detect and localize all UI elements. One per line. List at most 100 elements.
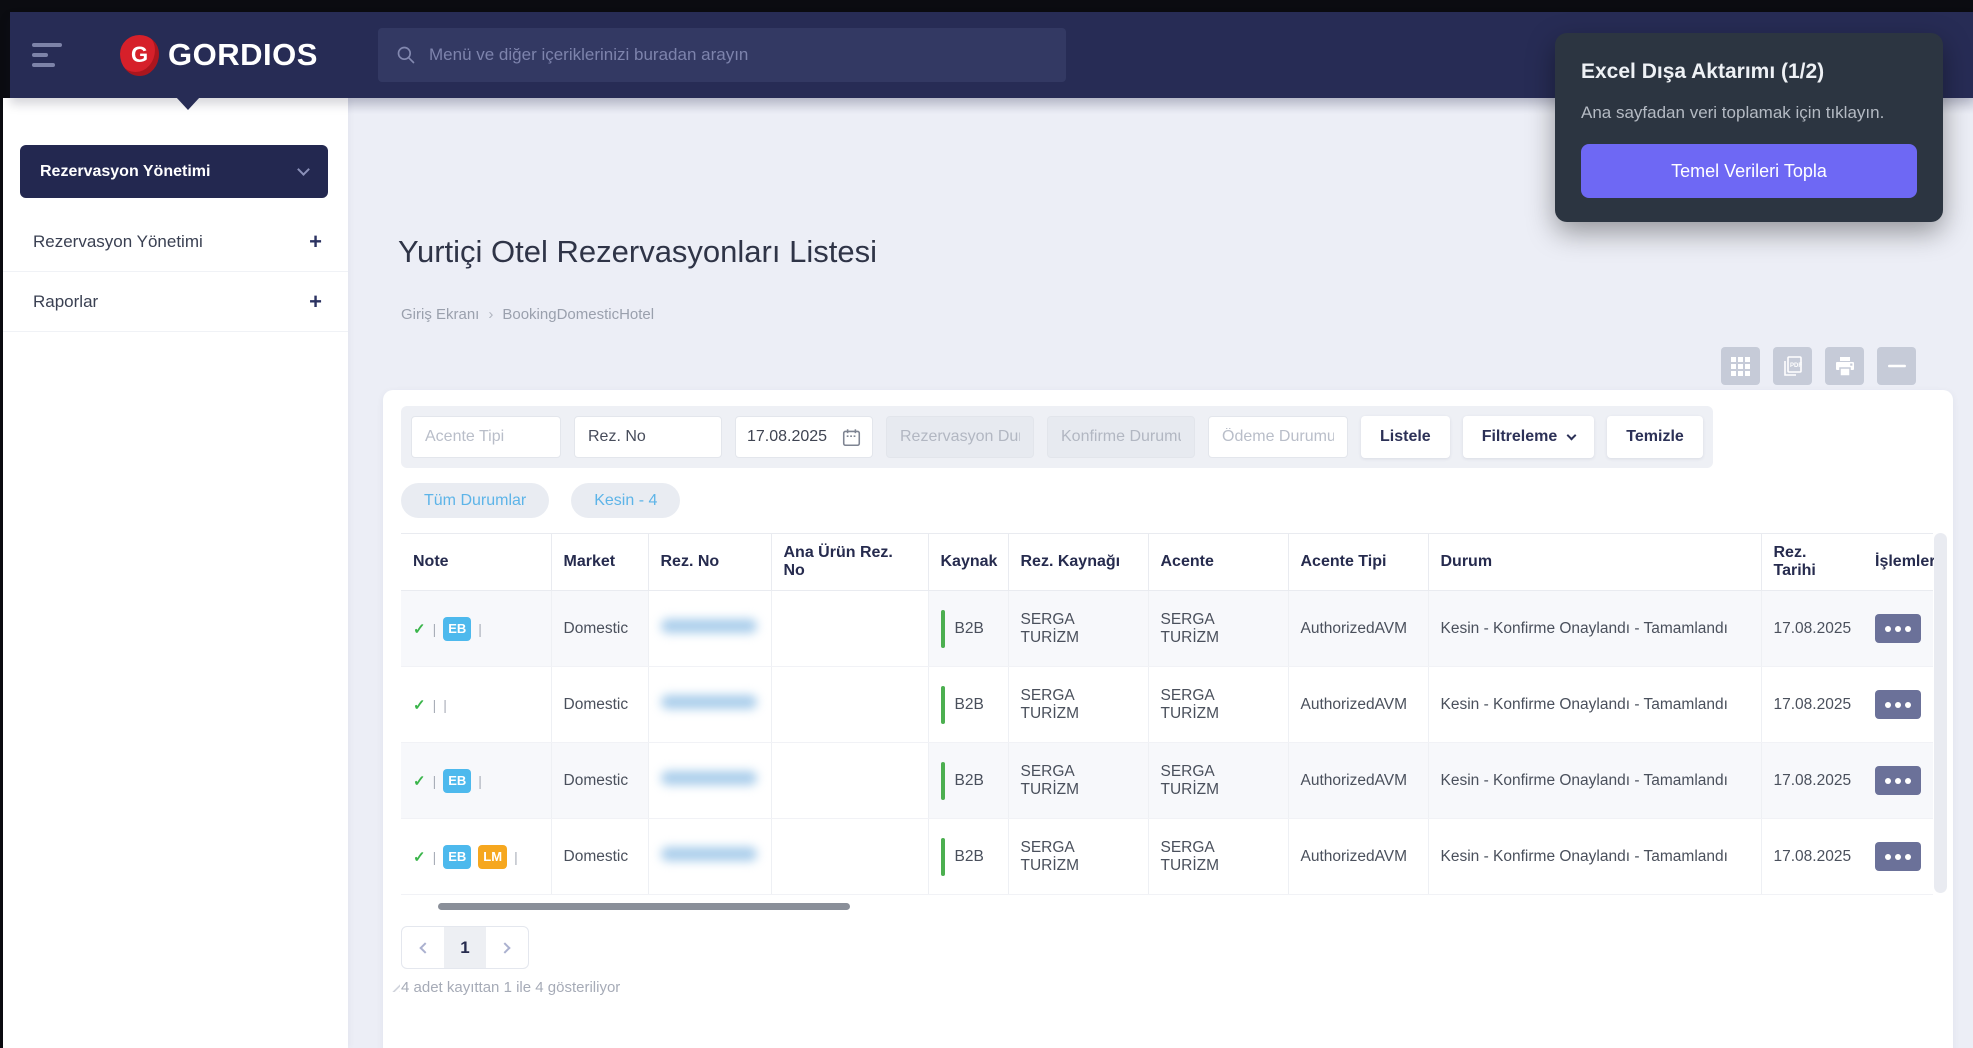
pipe: | — [432, 620, 437, 637]
column-header-rez-no[interactable]: Rez. No — [648, 533, 772, 591]
sidebar-item-raporlar[interactable]: Raporlar + — [3, 272, 348, 332]
chip-label: Tüm Durumlar — [424, 491, 527, 509]
check-icon: ✓ — [413, 696, 426, 714]
cell-durum: Kesin - Konfirme Onaylandı - Tamamlandı — [1428, 590, 1762, 667]
temel-verileri-topla-button[interactable]: Temel Verileri Topla — [1581, 144, 1917, 198]
cell-ana-urun — [771, 818, 929, 895]
table-row: ✓ | EB | Domestic B2B SERGA TURİZM SERGA TU… — [401, 742, 1933, 819]
cell-acente-tipi: AuthorizedAVM — [1288, 818, 1429, 895]
konfirme-durumu-input[interactable] — [1047, 416, 1195, 458]
cell-acente-tipi: AuthorizedAVM — [1288, 666, 1429, 743]
column-header-rez-tarihi[interactable]: Rez. Tarihi — [1761, 533, 1863, 591]
brand-logo[interactable]: G GORDIOS — [120, 34, 318, 76]
export-pdf-icon: PDF — [1783, 356, 1802, 376]
filter-bar: 17.08.2025 Listele Filtreleme Temizle — [401, 406, 1713, 468]
rez-no-input[interactable] — [574, 416, 722, 458]
sidebar-item-rezervasyon-yonetimi[interactable]: Rezervasyon Yönetimi + — [3, 212, 348, 272]
cell-acente: SERGA TURİZM — [1148, 666, 1289, 743]
chip-kesin[interactable]: Kesin - 4 — [571, 483, 681, 518]
sidebar-header-rezervasyon-yonetimi[interactable]: Rezervasyon Yönetimi — [20, 145, 328, 198]
collapse-button[interactable] — [1877, 347, 1916, 385]
column-header-rez-kaynagi[interactable]: Rez. Kaynağı — [1008, 533, 1149, 591]
rez-no-link-blurred[interactable] — [660, 695, 757, 709]
listele-button[interactable]: Listele — [1361, 416, 1450, 458]
column-header-note[interactable]: Note — [401, 533, 552, 591]
vertical-scrollbar[interactable] — [1934, 533, 1947, 893]
breadcrumb-home-link[interactable]: Giriş Ekranı — [401, 306, 479, 323]
cell-rez-tarihi: 17.08.2025 — [1761, 818, 1863, 895]
column-header-ana-urun-rez-no[interactable]: Ana Ürün Rez. No — [771, 533, 929, 591]
date-input[interactable]: 17.08.2025 — [735, 416, 873, 458]
content-area: Rezervasyon Yönetimi Rezervasyon Yönetim… — [3, 98, 1973, 1048]
temizle-label: Temizle — [1626, 428, 1684, 445]
pagination-prev-button[interactable] — [402, 927, 444, 968]
filtreleme-button[interactable]: Filtreleme — [1462, 416, 1595, 458]
rez-no-link-blurred[interactable] — [660, 771, 757, 785]
export-pdf-button[interactable]: PDF — [1773, 347, 1812, 385]
chevron-left-icon — [419, 941, 431, 954]
badge-lm: LM — [478, 844, 508, 869]
plus-icon[interactable]: + — [309, 289, 322, 315]
app-window: G GORDIOS Rezervasyon Yönetimi Rezervasy… — [0, 0, 1973, 1048]
breadcrumb-current: BookingDomesticHotel — [502, 306, 655, 323]
reservations-card: 17.08.2025 Listele Filtreleme Temizle Tü… — [383, 390, 1953, 1048]
row-actions-button[interactable] — [1875, 690, 1921, 719]
acente-tipi-input[interactable] — [411, 416, 561, 458]
rez-no-link-blurred[interactable] — [660, 619, 757, 633]
status-chips: Tüm Durumlar Kesin - 4 — [401, 483, 681, 518]
row-actions-button[interactable] — [1875, 766, 1921, 795]
cell-market: Domestic — [551, 742, 649, 819]
search-input[interactable] — [429, 45, 1048, 65]
menu-toggle-icon[interactable] — [32, 43, 64, 67]
row-actions-button[interactable] — [1875, 842, 1921, 871]
column-header-market[interactable]: Market — [551, 533, 649, 591]
cell-kaynak: B2B — [954, 847, 984, 865]
cell-kaynak: B2B — [954, 771, 984, 789]
table-row: ✓ | | Domestic B2B SERGA TURİZM SERGA TURİ… — [401, 666, 1933, 743]
cell-kaynak: B2B — [954, 619, 984, 637]
sidebar-menu: Rezervasyon Yönetimi + Raporlar + — [3, 212, 348, 332]
cell-durum: Kesin - Konfirme Onaylandı - Tamamlandı — [1428, 742, 1762, 819]
table-header-row: Note Market Rez. No Ana Ürün Rez. No Kay… — [401, 533, 1935, 591]
odeme-durumu-input[interactable] — [1208, 416, 1348, 458]
calendar-icon[interactable] — [842, 428, 861, 447]
row-actions-button[interactable] — [1875, 614, 1921, 643]
date-value: 17.08.2025 — [747, 428, 828, 445]
cell-market: Domestic — [551, 666, 649, 743]
temizle-button[interactable]: Temizle — [1607, 416, 1703, 458]
horizontal-scrollbar[interactable] — [438, 903, 850, 910]
resize-grip[interactable] — [389, 981, 400, 992]
plus-icon[interactable]: + — [309, 229, 322, 255]
sidebar: Rezervasyon Yönetimi Rezervasyon Yönetim… — [3, 98, 348, 1048]
rez-no-link-blurred[interactable] — [660, 847, 757, 861]
table-row: ✓ | EB | Domestic B2B SERGA TURİZM SERGA TU… — [401, 590, 1933, 667]
chip-tum-durumlar[interactable]: Tüm Durumlar — [401, 483, 550, 518]
print-button[interactable] — [1825, 347, 1864, 385]
cell-ana-urun — [771, 742, 929, 819]
column-header-durum[interactable]: Durum — [1428, 533, 1762, 591]
grid-view-button[interactable] — [1721, 347, 1760, 385]
check-icon: ✓ — [413, 772, 426, 790]
pagination-summary: 4 adet kayıttan 1 ile 4 gösteriliyor — [401, 979, 621, 996]
chip-label: Kesin - 4 — [594, 491, 658, 509]
grid-icon — [1731, 356, 1750, 376]
cell-rez-kaynagi: SERGA TURİZM — [1008, 742, 1149, 819]
column-header-acente-tipi[interactable]: Acente Tipi — [1288, 533, 1429, 591]
chevron-down-icon — [1566, 430, 1577, 441]
pagination-page-1[interactable]: 1 — [444, 927, 486, 968]
cell-rez-kaynagi: SERGA TURİZM — [1008, 590, 1149, 667]
breadcrumb-separator: › — [488, 306, 494, 323]
pipe: | — [514, 848, 518, 865]
pagination-next-button[interactable] — [486, 927, 528, 968]
sidebar-header-label: Rezervasyon Yönetimi — [40, 162, 211, 180]
rezervasyon-durumu-input[interactable] — [886, 416, 1034, 458]
sidebar-item-label: Raporlar — [33, 291, 99, 311]
grid-toolbar: PDF — [1721, 347, 1916, 385]
export-tooltip: Excel Dışa Aktarımı (1/2) Ana sayfadan v… — [1555, 33, 1943, 222]
column-header-kaynak[interactable]: Kaynak — [928, 533, 1009, 591]
cell-ana-urun — [771, 590, 929, 667]
column-header-islemler[interactable]: İşlemler — [1863, 533, 1935, 591]
column-header-acente[interactable]: Acente — [1148, 533, 1289, 591]
cell-market: Domestic — [551, 818, 649, 895]
page-title: Yurtiçi Otel Rezervasyonları Listesi — [398, 234, 877, 269]
